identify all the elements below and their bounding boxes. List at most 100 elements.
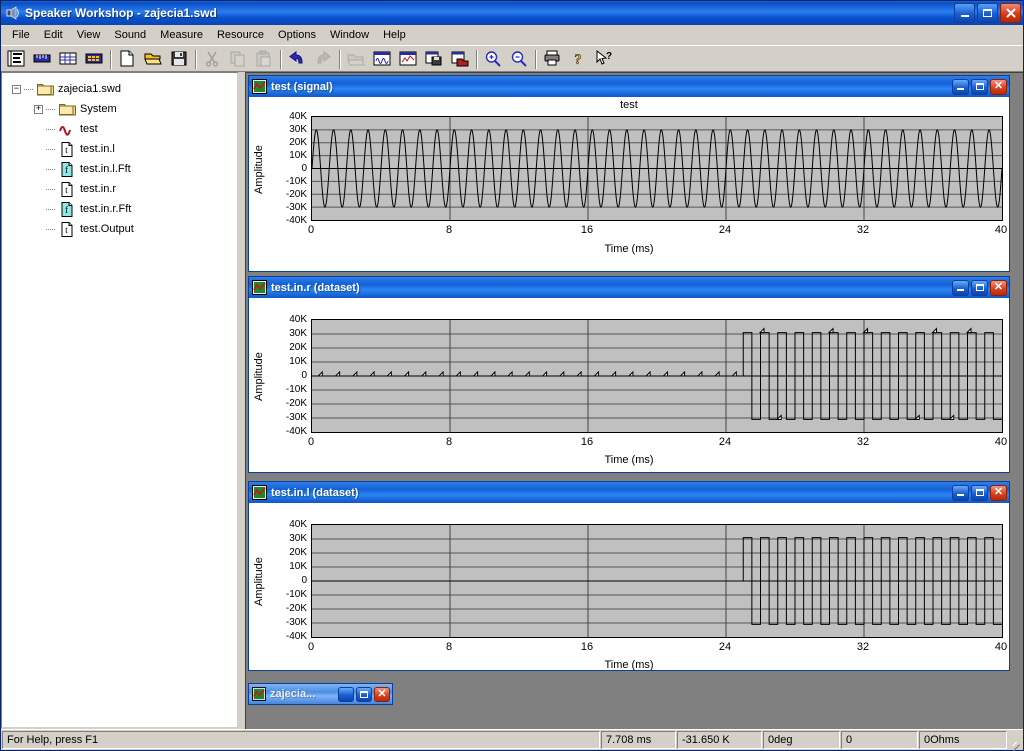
mdi-client-area: test (signal) ✕ test Amplitude 40K 30K 2… [245, 72, 1023, 729]
chart-xtick: 24 [713, 641, 737, 653]
resize-grip[interactable] [1008, 732, 1022, 748]
expander-expand-icon[interactable]: + [34, 105, 43, 114]
mdi-titlebar[interactable]: test.in.l (dataset) ✕ [249, 482, 1009, 503]
project-tree-pane[interactable]: − zajecia1.swd + System test t test.in.l… [1, 72, 239, 729]
chart-ytick: -10K [267, 384, 307, 395]
chart-xtick: 24 [713, 436, 737, 448]
tree-node-test[interactable]: test [8, 119, 233, 139]
mdi-minimize-button[interactable] [952, 485, 969, 501]
mdi-window-test-signal[interactable]: test (signal) ✕ test Amplitude 40K 30K 2… [248, 75, 1010, 272]
chart-ytick: -20K [267, 189, 307, 200]
chart-plot-area[interactable] [311, 116, 1003, 221]
f-document-icon: f [58, 161, 76, 177]
mdi-minimize-button[interactable] [952, 280, 969, 296]
mdi-close-button[interactable]: ✕ [990, 79, 1007, 95]
status-phase-value: 0deg [763, 731, 840, 749]
tree-node-test-in-l-fft[interactable]: f test.in.l.Fft [8, 159, 233, 179]
save-data-icon[interactable] [422, 47, 446, 70]
undo-arrow-icon[interactable] [285, 47, 309, 70]
open-folder-icon[interactable] [141, 47, 165, 70]
tree-line [24, 89, 33, 90]
zoom-in-icon[interactable] [481, 47, 505, 70]
mdi-maximize-button[interactable] [971, 280, 988, 296]
mdi-window-controls: ✕ [952, 280, 1007, 296]
menu-options[interactable]: Options [271, 27, 323, 43]
folder-icon [58, 101, 76, 117]
load-data-icon[interactable] [448, 47, 472, 70]
expander-collapse-icon[interactable]: − [12, 85, 21, 94]
tree-node-test-in-r[interactable]: t test.in.r [8, 179, 233, 199]
mdi-titlebar[interactable]: test.in.r (dataset) ✕ [249, 277, 1009, 298]
chart-xtick: 16 [575, 436, 599, 448]
chart-xtick: 16 [575, 641, 599, 653]
mdi-titlebar[interactable]: test (signal) ✕ [249, 76, 1009, 97]
tree-line [46, 109, 55, 110]
tree-node-test-in-r-fft[interactable]: f test.in.r.Fft [8, 199, 233, 219]
menu-edit[interactable]: Edit [37, 27, 70, 43]
tree-node-label: test.Output [80, 223, 134, 235]
menu-view[interactable]: View [70, 27, 108, 43]
tree-node-test-in-l[interactable]: t test.in.l [8, 139, 233, 159]
tree-line [46, 129, 55, 130]
tree-node-zajecia1[interactable]: − zajecia1.swd [8, 79, 233, 99]
dataset-r-chart[interactable]: Amplitude 40K 30K 20K 10K 0 -10K -20K -3… [249, 298, 1009, 472]
signal-chart[interactable]: test Amplitude 40K 30K 20K 10K 0 -10K -2… [249, 97, 1009, 271]
chart-ytick: -20K [267, 603, 307, 614]
context-help-icon[interactable]: ? [592, 47, 616, 70]
chart-ytick: 20K [267, 547, 307, 558]
tree-line [46, 189, 55, 190]
menu-measure[interactable]: Measure [153, 27, 210, 43]
chart-window-icon[interactable] [396, 47, 420, 70]
mdi-maximize-button[interactable] [971, 79, 988, 95]
toolbar-separator [192, 48, 199, 70]
grid-icon[interactable] [56, 47, 80, 70]
menu-file[interactable]: File [5, 27, 37, 43]
dataset-l-chart[interactable]: Amplitude 40K 30K 20K 10K 0 -10K -20K -3… [249, 503, 1009, 670]
chart-plot-area[interactable] [311, 524, 1003, 638]
new-file-icon[interactable] [115, 47, 139, 70]
chart-ytick: 40K [267, 519, 307, 530]
chart-ytick: 30K [267, 533, 307, 544]
mdi-minimize-button[interactable] [952, 79, 969, 95]
signal-window-icon[interactable] [370, 47, 394, 70]
menu-sound[interactable]: Sound [107, 27, 153, 43]
mdi-maximize-button[interactable] [971, 485, 988, 501]
mdi-window-test-in-r-dataset[interactable]: test.in.r (dataset) ✕ Amplitude 40K 30K … [248, 276, 1010, 473]
chart-title: test [249, 99, 1009, 111]
menu-resource[interactable]: Resource [210, 27, 271, 43]
keypad-icon[interactable] [82, 47, 106, 70]
menu-window[interactable]: Window [323, 27, 376, 43]
ruler-icon[interactable] [30, 47, 54, 70]
minimize-button[interactable] [954, 3, 975, 23]
print-icon[interactable] [540, 47, 564, 70]
t-document-icon: t [58, 221, 76, 237]
mdi-restore-button[interactable] [338, 687, 354, 702]
chart-xtick: 8 [437, 436, 461, 448]
tree-line [46, 169, 55, 170]
toolbar-separator [532, 48, 539, 70]
project-view-icon[interactable] [4, 47, 28, 70]
help-question-icon[interactable]: ? [566, 47, 590, 70]
maximize-button[interactable] [977, 3, 998, 23]
minimized-mdi-window[interactable]: zajecia... ✕ [248, 683, 393, 705]
tree-node-system[interactable]: + System [8, 99, 233, 119]
zoom-out-icon[interactable] [507, 47, 531, 70]
chart-xtick: 32 [851, 436, 875, 448]
tree-line [46, 229, 55, 230]
chart-xlabel: Time (ms) [249, 659, 1009, 671]
chart-plot-area[interactable] [311, 319, 1003, 433]
mdi-window-title: test (signal) [271, 81, 952, 93]
save-disk-icon[interactable] [167, 47, 191, 70]
tree-node-test-output[interactable]: t test.Output [8, 219, 233, 239]
project-tree: − zajecia1.swd + System test t test.in.l… [2, 73, 237, 243]
mdi-window-test-in-l-dataset[interactable]: test.in.l (dataset) ✕ Amplitude 40K 30K … [248, 481, 1010, 671]
mdi-window-title: test.in.r (dataset) [271, 282, 952, 294]
mdi-close-button[interactable]: ✕ [990, 485, 1007, 501]
menu-help[interactable]: Help [376, 27, 413, 43]
mdi-maximize-button[interactable] [356, 687, 372, 702]
mdi-close-button[interactable]: ✕ [990, 280, 1007, 296]
svg-text:?: ? [606, 51, 612, 62]
mdi-close-button[interactable]: ✕ [374, 687, 390, 702]
t-document-icon: t [58, 141, 76, 157]
close-button[interactable] [1000, 3, 1021, 23]
